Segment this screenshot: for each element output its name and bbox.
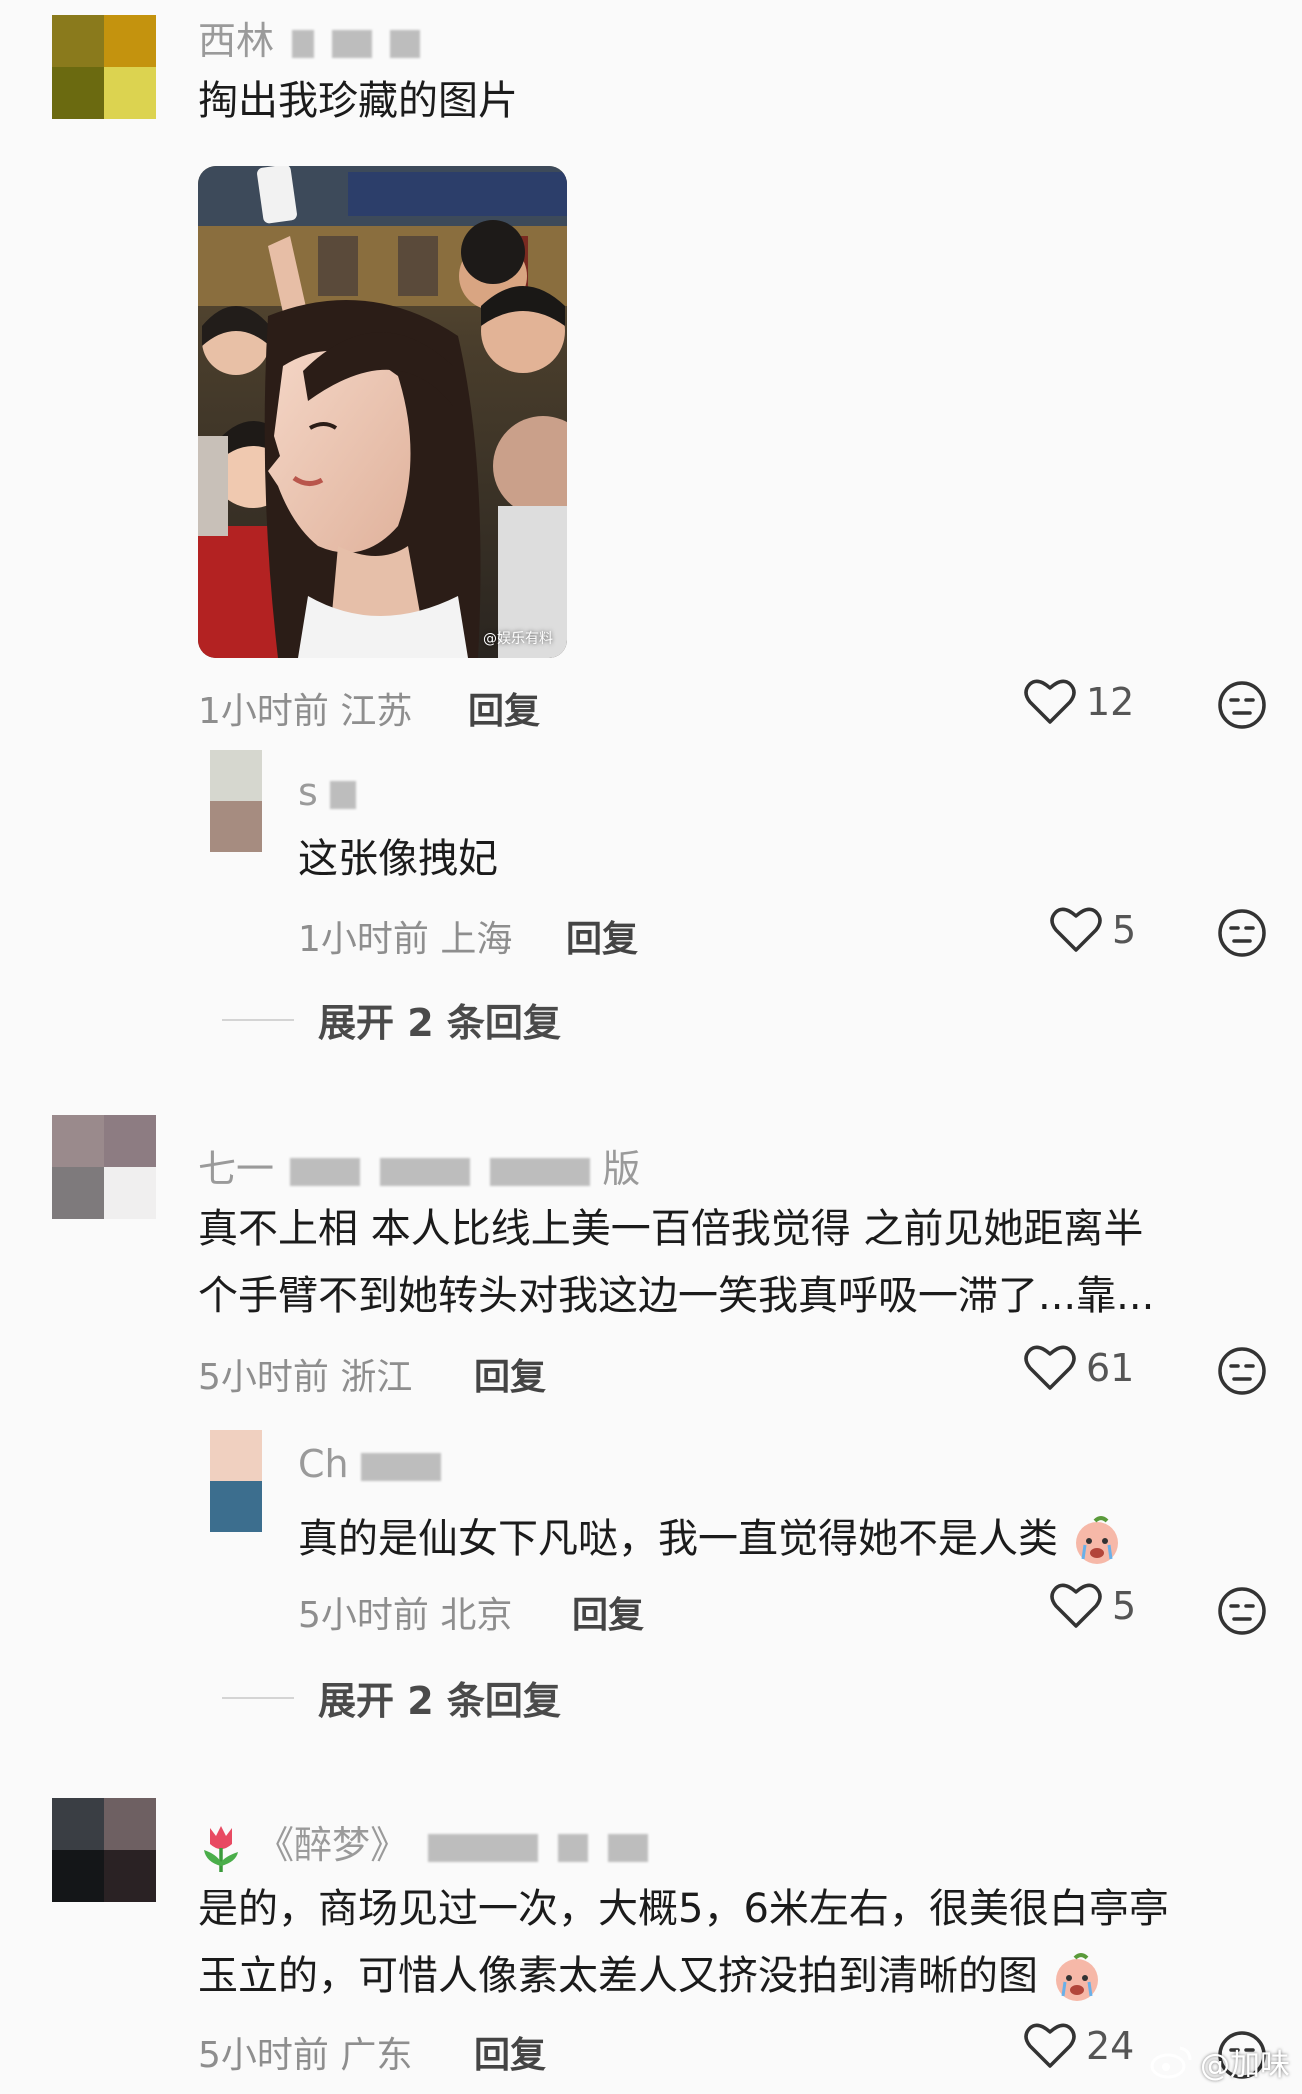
avatar[interactable] — [52, 15, 156, 119]
expand-label: 展开 2 条回复 — [318, 1679, 561, 1723]
reply-meta: 5小时前 北京 — [298, 1595, 513, 1636]
reply-text: 真的是仙女下凡哒，我一直觉得她不是人类 — [298, 1506, 1123, 1573]
like-button[interactable]: 12 — [1024, 678, 1134, 726]
avatar[interactable] — [210, 750, 262, 852]
expand-label: 展开 2 条回复 — [318, 1001, 561, 1045]
blurred-username — [390, 29, 421, 58]
blurred-username — [380, 1157, 471, 1186]
blurred-username — [428, 1833, 539, 1862]
dislike-face-icon[interactable] — [1217, 1586, 1267, 1636]
like-count: 5 — [1112, 1584, 1137, 1628]
reply-username[interactable]: s — [298, 770, 356, 814]
heart-icon — [1024, 2023, 1076, 2068]
comment-text: 真不上相 本人比线上美一百倍我觉得 之前见她距离半 个手臂不到她转头对我这边一笑… — [198, 1206, 1155, 1319]
reply-text: 这张像拽妃 — [298, 836, 498, 882]
comment-meta: 1小时前 江苏 — [198, 691, 413, 732]
heart-icon — [1050, 1583, 1102, 1628]
like-button[interactable]: 24 — [1024, 2022, 1134, 2070]
like-count: 5 — [1112, 908, 1137, 952]
blurred-username — [490, 1157, 591, 1186]
heart-icon — [1050, 907, 1102, 952]
expand-divider — [222, 1018, 294, 1021]
crying-peach-emoji-icon — [1075, 1516, 1118, 1564]
reply-button[interactable]: 回复 — [572, 1586, 644, 1638]
blurred-username — [292, 29, 315, 58]
avatar[interactable] — [52, 1115, 156, 1219]
comment-text: 是的，商场见过一次，大概5，6米左右，很美很白亭亭 玉立的，可惜人像素太差人又挤… — [198, 1876, 1169, 2010]
reply-button[interactable]: 回复 — [566, 910, 638, 962]
reply-button[interactable]: 回复 — [474, 1348, 546, 1400]
reply-username[interactable]: Ch — [298, 1442, 441, 1486]
reply-button[interactable]: 回复 — [468, 682, 540, 734]
like-button[interactable]: 61 — [1024, 1344, 1134, 1392]
tulip-emoji-icon — [204, 1825, 238, 1872]
blurred-username — [290, 1157, 361, 1186]
dislike-face-icon[interactable] — [1217, 1346, 1267, 1396]
avatar[interactable] — [210, 1430, 262, 1532]
comment-username[interactable]: 西林 — [198, 10, 421, 65]
comment-photo[interactable]: @娱乐有料 — [198, 166, 567, 658]
comment-username[interactable]: 七一 版 — [198, 1138, 640, 1193]
comment-meta: 5小时前 广东 — [198, 2035, 413, 2076]
watermark-text: @加味 — [1200, 2048, 1290, 2083]
like-count: 12 — [1086, 680, 1135, 724]
blurred-username — [360, 1452, 441, 1481]
avatar[interactable] — [52, 1798, 156, 1902]
expand-divider — [222, 1696, 294, 1699]
like-count: 24 — [1086, 2024, 1135, 2068]
comment-text: 掏出我珍藏的图片 — [198, 78, 518, 124]
like-button[interactable]: 5 — [1050, 906, 1136, 954]
expand-replies-button[interactable]: 展开 2 条回复 — [222, 1670, 561, 1725]
reply-button[interactable]: 回复 — [474, 2026, 546, 2078]
like-count: 61 — [1086, 1346, 1135, 1390]
expand-replies-button[interactable]: 展开 2 条回复 — [222, 992, 561, 1047]
footer-watermark: @加味 — [1150, 2040, 1290, 2084]
crying-peach-emoji-icon — [1055, 1953, 1098, 2001]
comment-meta: 5小时前 浙江 — [198, 1357, 413, 1398]
photo-watermark: @娱乐有料 — [483, 631, 553, 647]
blurred-username — [608, 1833, 649, 1862]
photo-crowd-image — [198, 166, 567, 658]
heart-icon — [1024, 1345, 1076, 1390]
comment-username[interactable]: 《醉梦》 — [198, 1814, 649, 1874]
blurred-username — [329, 780, 356, 809]
reply-meta: 1小时前 上海 — [298, 919, 513, 960]
blurred-username — [332, 29, 373, 58]
like-button[interactable]: 5 — [1050, 1582, 1136, 1630]
dislike-face-icon[interactable] — [1217, 908, 1267, 958]
blurred-username — [558, 1833, 589, 1862]
heart-icon — [1024, 679, 1076, 724]
weibo-logo-icon — [1150, 2046, 1192, 2079]
dislike-face-icon[interactable] — [1217, 680, 1267, 730]
